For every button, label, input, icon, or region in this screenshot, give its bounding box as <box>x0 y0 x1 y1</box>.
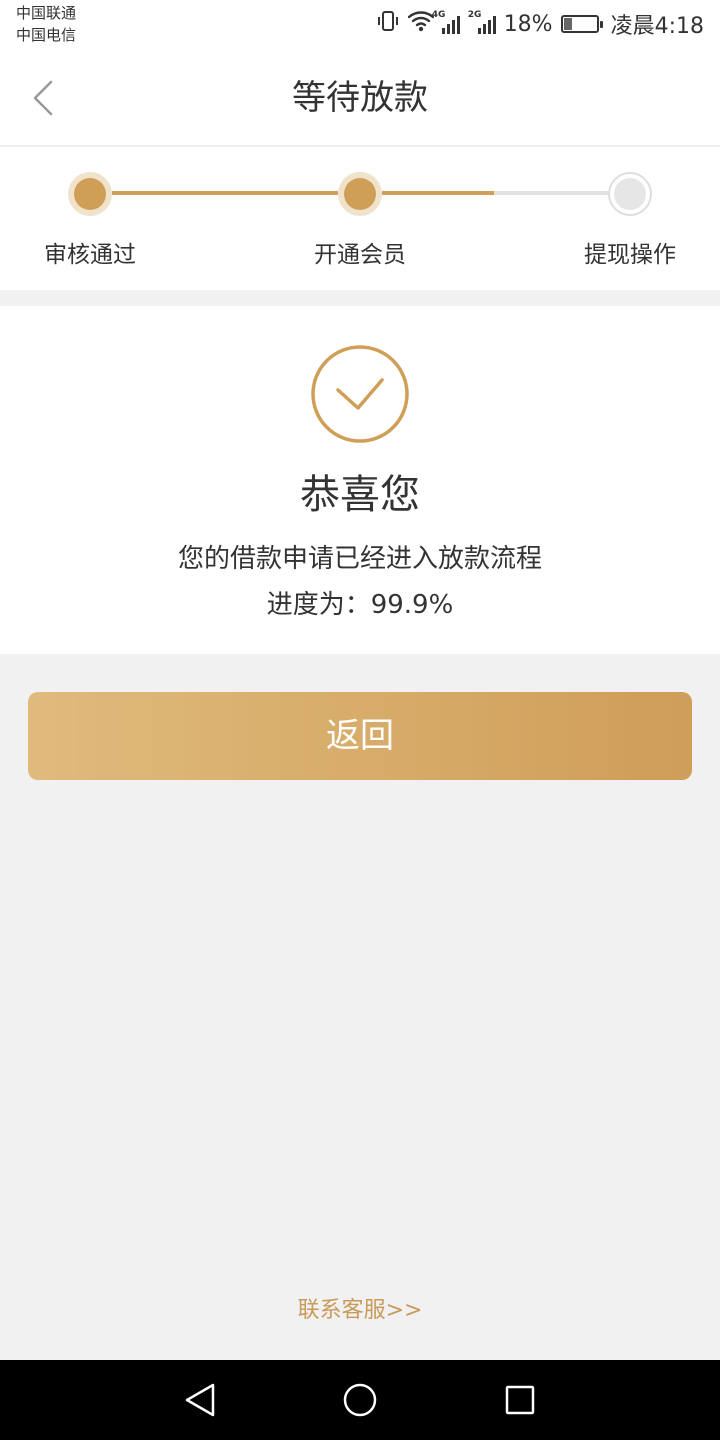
contact-support-link[interactable]: 联系客服>> <box>0 1292 720 1324</box>
step-connector-done <box>382 191 494 195</box>
nav-recents-icon <box>505 1385 535 1415</box>
check-circle-icon <box>311 345 409 443</box>
return-button[interactable]: 返回 <box>28 692 692 780</box>
progress-value: 99.9% <box>370 590 454 620</box>
vibrate-icon <box>376 9 400 39</box>
battery-percent: 18% <box>503 11 553 37</box>
status-icons: 4G 2G 18% 凌晨4:18 <box>376 8 704 40</box>
step-dot-pending <box>608 172 652 216</box>
page-title: 等待放款 <box>292 78 428 118</box>
carrier-primary: 中国联通 <box>16 4 77 22</box>
congrats-title: 恭喜您 <box>300 472 420 518</box>
carrier-secondary: 中国电信 <box>16 26 77 44</box>
status-bar: 中国联通 中国电信 4G 2G 18% 凌晨4:18 <box>0 0 720 50</box>
signal-4g-icon: 4G <box>432 10 460 34</box>
nav-home-button[interactable] <box>340 1380 380 1420</box>
step-connector-pending <box>494 191 610 195</box>
step-label-withdraw: 提现操作 <box>584 242 676 268</box>
progress-prefix: 进度为： <box>266 590 371 620</box>
wifi-icon <box>407 10 434 38</box>
network-type-2: 2G <box>467 10 482 20</box>
battery-icon <box>560 15 603 33</box>
progress-steps: 审核通过 开通会员 提现操作 <box>0 147 720 290</box>
step-connector-done <box>112 191 338 195</box>
step-label-review: 审核通过 <box>44 242 136 268</box>
nav-home-icon <box>343 1383 377 1417</box>
nav-back-icon <box>185 1383 215 1417</box>
clock: 凌晨4:18 <box>610 14 704 39</box>
signal-2g-icon: 2G <box>468 10 496 34</box>
step-dot-done <box>68 172 112 216</box>
network-type-1: 4G <box>431 10 446 20</box>
nav-recents-button[interactable] <box>500 1380 540 1420</box>
step-label-membership: 开通会员 <box>314 242 406 268</box>
app-header: 等待放款 <box>0 50 720 146</box>
progress-text: 进度为：99.9% <box>0 584 720 621</box>
step-dot-done <box>338 172 382 216</box>
result-card: 恭喜您 您的借款申请已经进入放款流程 进度为：99.9% <box>0 306 720 654</box>
nav-back-button[interactable] <box>180 1380 220 1420</box>
result-message: 您的借款申请已经进入放款流程 <box>177 544 542 574</box>
system-nav-bar <box>0 1360 720 1440</box>
